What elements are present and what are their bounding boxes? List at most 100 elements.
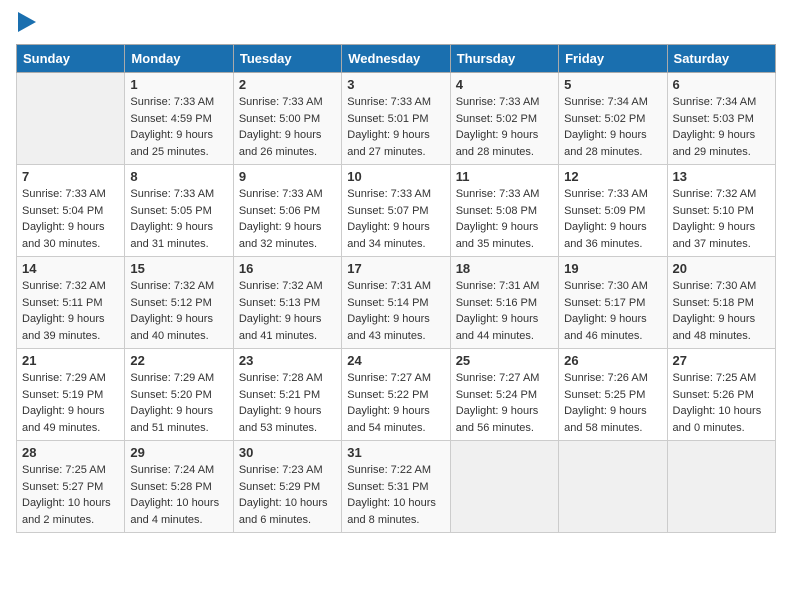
day-info: Sunrise: 7:32 AMSunset: 5:10 PMDaylight:…	[673, 186, 770, 252]
day-number: 20	[673, 261, 770, 276]
day-info: Sunrise: 7:33 AMSunset: 5:08 PMDaylight:…	[456, 186, 553, 252]
week-row-3: 21 Sunrise: 7:29 AMSunset: 5:19 PMDaylig…	[17, 349, 776, 441]
calendar-cell: 4 Sunrise: 7:33 AMSunset: 5:02 PMDayligh…	[450, 73, 558, 165]
day-info: Sunrise: 7:32 AMSunset: 5:11 PMDaylight:…	[22, 278, 119, 344]
calendar-cell: 27 Sunrise: 7:25 AMSunset: 5:26 PMDaylig…	[667, 349, 775, 441]
day-number: 7	[22, 169, 119, 184]
week-row-4: 28 Sunrise: 7:25 AMSunset: 5:27 PMDaylig…	[17, 441, 776, 533]
day-info: Sunrise: 7:33 AMSunset: 5:09 PMDaylight:…	[564, 186, 661, 252]
calendar-table: SundayMondayTuesdayWednesdayThursdayFrid…	[16, 44, 776, 533]
header-sunday: Sunday	[17, 45, 125, 73]
day-number: 13	[673, 169, 770, 184]
day-info: Sunrise: 7:28 AMSunset: 5:21 PMDaylight:…	[239, 370, 336, 436]
day-info: Sunrise: 7:30 AMSunset: 5:18 PMDaylight:…	[673, 278, 770, 344]
day-info: Sunrise: 7:33 AMSunset: 5:05 PMDaylight:…	[130, 186, 227, 252]
day-info: Sunrise: 7:27 AMSunset: 5:24 PMDaylight:…	[456, 370, 553, 436]
calendar-cell: 12 Sunrise: 7:33 AMSunset: 5:09 PMDaylig…	[559, 165, 667, 257]
day-number: 9	[239, 169, 336, 184]
day-info: Sunrise: 7:33 AMSunset: 5:02 PMDaylight:…	[456, 94, 553, 160]
week-row-0: 1 Sunrise: 7:33 AMSunset: 4:59 PMDayligh…	[17, 73, 776, 165]
day-info: Sunrise: 7:26 AMSunset: 5:25 PMDaylight:…	[564, 370, 661, 436]
week-row-1: 7 Sunrise: 7:33 AMSunset: 5:04 PMDayligh…	[17, 165, 776, 257]
day-number: 27	[673, 353, 770, 368]
calendar-header-row: SundayMondayTuesdayWednesdayThursdayFrid…	[17, 45, 776, 73]
day-number: 21	[22, 353, 119, 368]
calendar-cell: 11 Sunrise: 7:33 AMSunset: 5:08 PMDaylig…	[450, 165, 558, 257]
calendar-cell: 23 Sunrise: 7:28 AMSunset: 5:21 PMDaylig…	[233, 349, 341, 441]
day-info: Sunrise: 7:25 AMSunset: 5:26 PMDaylight:…	[673, 370, 770, 436]
day-info: Sunrise: 7:24 AMSunset: 5:28 PMDaylight:…	[130, 462, 227, 528]
calendar-cell: 24 Sunrise: 7:27 AMSunset: 5:22 PMDaylig…	[342, 349, 450, 441]
day-info: Sunrise: 7:23 AMSunset: 5:29 PMDaylight:…	[239, 462, 336, 528]
day-number: 8	[130, 169, 227, 184]
header-thursday: Thursday	[450, 45, 558, 73]
calendar-cell: 13 Sunrise: 7:32 AMSunset: 5:10 PMDaylig…	[667, 165, 775, 257]
calendar-cell: 22 Sunrise: 7:29 AMSunset: 5:20 PMDaylig…	[125, 349, 233, 441]
calendar-cell: 14 Sunrise: 7:32 AMSunset: 5:11 PMDaylig…	[17, 257, 125, 349]
logo	[16, 16, 36, 32]
calendar-cell: 25 Sunrise: 7:27 AMSunset: 5:24 PMDaylig…	[450, 349, 558, 441]
day-info: Sunrise: 7:29 AMSunset: 5:20 PMDaylight:…	[130, 370, 227, 436]
day-number: 14	[22, 261, 119, 276]
calendar-cell: 3 Sunrise: 7:33 AMSunset: 5:01 PMDayligh…	[342, 73, 450, 165]
day-number: 6	[673, 77, 770, 92]
day-info: Sunrise: 7:27 AMSunset: 5:22 PMDaylight:…	[347, 370, 444, 436]
calendar-cell	[667, 441, 775, 533]
calendar-cell	[559, 441, 667, 533]
calendar-cell	[450, 441, 558, 533]
day-number: 10	[347, 169, 444, 184]
day-info: Sunrise: 7:22 AMSunset: 5:31 PMDaylight:…	[347, 462, 444, 528]
header-wednesday: Wednesday	[342, 45, 450, 73]
calendar-cell: 7 Sunrise: 7:33 AMSunset: 5:04 PMDayligh…	[17, 165, 125, 257]
day-info: Sunrise: 7:32 AMSunset: 5:13 PMDaylight:…	[239, 278, 336, 344]
day-number: 24	[347, 353, 444, 368]
day-info: Sunrise: 7:25 AMSunset: 5:27 PMDaylight:…	[22, 462, 119, 528]
day-info: Sunrise: 7:33 AMSunset: 5:04 PMDaylight:…	[22, 186, 119, 252]
day-number: 19	[564, 261, 661, 276]
week-row-2: 14 Sunrise: 7:32 AMSunset: 5:11 PMDaylig…	[17, 257, 776, 349]
day-info: Sunrise: 7:34 AMSunset: 5:03 PMDaylight:…	[673, 94, 770, 160]
day-number: 2	[239, 77, 336, 92]
calendar-cell: 8 Sunrise: 7:33 AMSunset: 5:05 PMDayligh…	[125, 165, 233, 257]
day-number: 3	[347, 77, 444, 92]
calendar-cell: 19 Sunrise: 7:30 AMSunset: 5:17 PMDaylig…	[559, 257, 667, 349]
calendar-cell: 31 Sunrise: 7:22 AMSunset: 5:31 PMDaylig…	[342, 441, 450, 533]
day-number: 28	[22, 445, 119, 460]
day-number: 29	[130, 445, 227, 460]
page-header	[16, 16, 776, 32]
calendar-cell: 18 Sunrise: 7:31 AMSunset: 5:16 PMDaylig…	[450, 257, 558, 349]
calendar-cell: 30 Sunrise: 7:23 AMSunset: 5:29 PMDaylig…	[233, 441, 341, 533]
day-number: 23	[239, 353, 336, 368]
day-number: 22	[130, 353, 227, 368]
calendar-cell	[17, 73, 125, 165]
calendar-cell: 5 Sunrise: 7:34 AMSunset: 5:02 PMDayligh…	[559, 73, 667, 165]
day-number: 30	[239, 445, 336, 460]
day-number: 18	[456, 261, 553, 276]
calendar-cell: 15 Sunrise: 7:32 AMSunset: 5:12 PMDaylig…	[125, 257, 233, 349]
day-number: 12	[564, 169, 661, 184]
day-number: 11	[456, 169, 553, 184]
day-info: Sunrise: 7:31 AMSunset: 5:16 PMDaylight:…	[456, 278, 553, 344]
day-number: 25	[456, 353, 553, 368]
calendar-cell: 26 Sunrise: 7:26 AMSunset: 5:25 PMDaylig…	[559, 349, 667, 441]
day-number: 15	[130, 261, 227, 276]
calendar-cell: 21 Sunrise: 7:29 AMSunset: 5:19 PMDaylig…	[17, 349, 125, 441]
calendar-cell: 29 Sunrise: 7:24 AMSunset: 5:28 PMDaylig…	[125, 441, 233, 533]
calendar-cell: 10 Sunrise: 7:33 AMSunset: 5:07 PMDaylig…	[342, 165, 450, 257]
day-info: Sunrise: 7:33 AMSunset: 5:00 PMDaylight:…	[239, 94, 336, 160]
calendar-cell: 16 Sunrise: 7:32 AMSunset: 5:13 PMDaylig…	[233, 257, 341, 349]
calendar-cell: 17 Sunrise: 7:31 AMSunset: 5:14 PMDaylig…	[342, 257, 450, 349]
day-info: Sunrise: 7:29 AMSunset: 5:19 PMDaylight:…	[22, 370, 119, 436]
day-info: Sunrise: 7:33 AMSunset: 4:59 PMDaylight:…	[130, 94, 227, 160]
calendar-cell: 20 Sunrise: 7:30 AMSunset: 5:18 PMDaylig…	[667, 257, 775, 349]
day-info: Sunrise: 7:34 AMSunset: 5:02 PMDaylight:…	[564, 94, 661, 160]
calendar-cell: 6 Sunrise: 7:34 AMSunset: 5:03 PMDayligh…	[667, 73, 775, 165]
day-info: Sunrise: 7:33 AMSunset: 5:07 PMDaylight:…	[347, 186, 444, 252]
calendar-cell: 1 Sunrise: 7:33 AMSunset: 4:59 PMDayligh…	[125, 73, 233, 165]
day-number: 4	[456, 77, 553, 92]
logo-arrow-icon	[18, 12, 36, 32]
day-info: Sunrise: 7:30 AMSunset: 5:17 PMDaylight:…	[564, 278, 661, 344]
day-info: Sunrise: 7:31 AMSunset: 5:14 PMDaylight:…	[347, 278, 444, 344]
day-number: 31	[347, 445, 444, 460]
day-number: 17	[347, 261, 444, 276]
